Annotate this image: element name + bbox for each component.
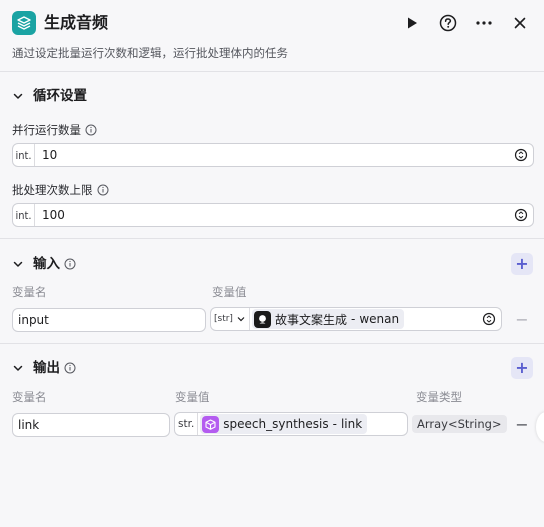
help-circle-icon[interactable]: [437, 12, 459, 34]
add-input-button[interactable]: +: [511, 253, 533, 275]
stepper-icon[interactable]: [509, 143, 533, 167]
panel-resize-handle[interactable]: [536, 412, 544, 442]
add-output-button[interactable]: +: [511, 357, 533, 379]
info-icon[interactable]: [64, 258, 76, 270]
remove-output-button[interactable]: −: [515, 415, 529, 434]
cube-icon: [202, 415, 220, 433]
concurrency-label: 并行运行数量: [12, 122, 97, 138]
reference-chip[interactable]: 故事文案生成 - wenan: [251, 309, 405, 329]
divider: [0, 343, 544, 344]
reference-chip[interactable]: speech_synthesis - link: [200, 414, 368, 434]
output-var-name-field[interactable]: link: [12, 413, 170, 437]
concurrency-value[interactable]: 10: [35, 148, 509, 162]
page-title: 生成音频: [44, 13, 109, 32]
divider: [0, 238, 544, 239]
batch-limit-label: 批处理次数上限: [12, 182, 109, 198]
chevron-down-icon[interactable]: [12, 362, 24, 374]
stepper-icon[interactable]: [477, 307, 501, 331]
type-select[interactable]: [str]: [211, 308, 250, 330]
remove-input-button[interactable]: −: [515, 310, 529, 329]
section-title-input: 输入: [33, 254, 76, 274]
int-prefix: int.: [13, 144, 35, 166]
chevron-down-icon[interactable]: [12, 90, 24, 102]
input-var-value-field[interactable]: [str] 故事文案生成 - wenan: [210, 307, 502, 331]
panel-header: 生成音频 通过设定批量运行次数和逻辑，运行批处理体内的任务: [0, 0, 544, 72]
more-horizontal-icon[interactable]: [473, 12, 495, 34]
concurrency-input[interactable]: int. 10: [12, 143, 534, 167]
section-title-loop: 循环设置: [33, 88, 87, 104]
node-icon: [253, 310, 271, 328]
play-icon[interactable]: [401, 12, 423, 34]
output-var-value-field[interactable]: str. speech_synthesis - link: [174, 412, 408, 436]
type-prefix: str.: [175, 413, 199, 435]
info-icon[interactable]: [64, 362, 76, 374]
stepper-icon[interactable]: [509, 203, 533, 227]
input-var-name-field[interactable]: input: [12, 308, 206, 332]
int-prefix: int.: [13, 204, 35, 226]
info-icon[interactable]: [85, 124, 97, 136]
var-type-badge: Array<String>: [412, 415, 507, 433]
chevron-down-icon: [237, 317, 245, 322]
close-icon[interactable]: [509, 12, 531, 34]
col-header-value: 变量值: [212, 285, 247, 299]
chevron-down-icon[interactable]: [12, 258, 24, 270]
col-header-type: 变量类型: [416, 390, 462, 404]
batch-limit-value[interactable]: 100: [35, 208, 509, 222]
col-header-name: 变量名: [12, 285, 47, 299]
info-icon[interactable]: [97, 184, 109, 196]
col-header-value: 变量值: [175, 390, 210, 404]
page-subtitle: 通过设定批量运行次数和逻辑，运行批处理体内的任务: [12, 46, 288, 60]
section-title-output: 输出: [33, 358, 76, 378]
batch-limit-input[interactable]: int. 100: [12, 203, 534, 227]
layers-icon: [12, 11, 36, 35]
col-header-name: 变量名: [12, 390, 47, 404]
